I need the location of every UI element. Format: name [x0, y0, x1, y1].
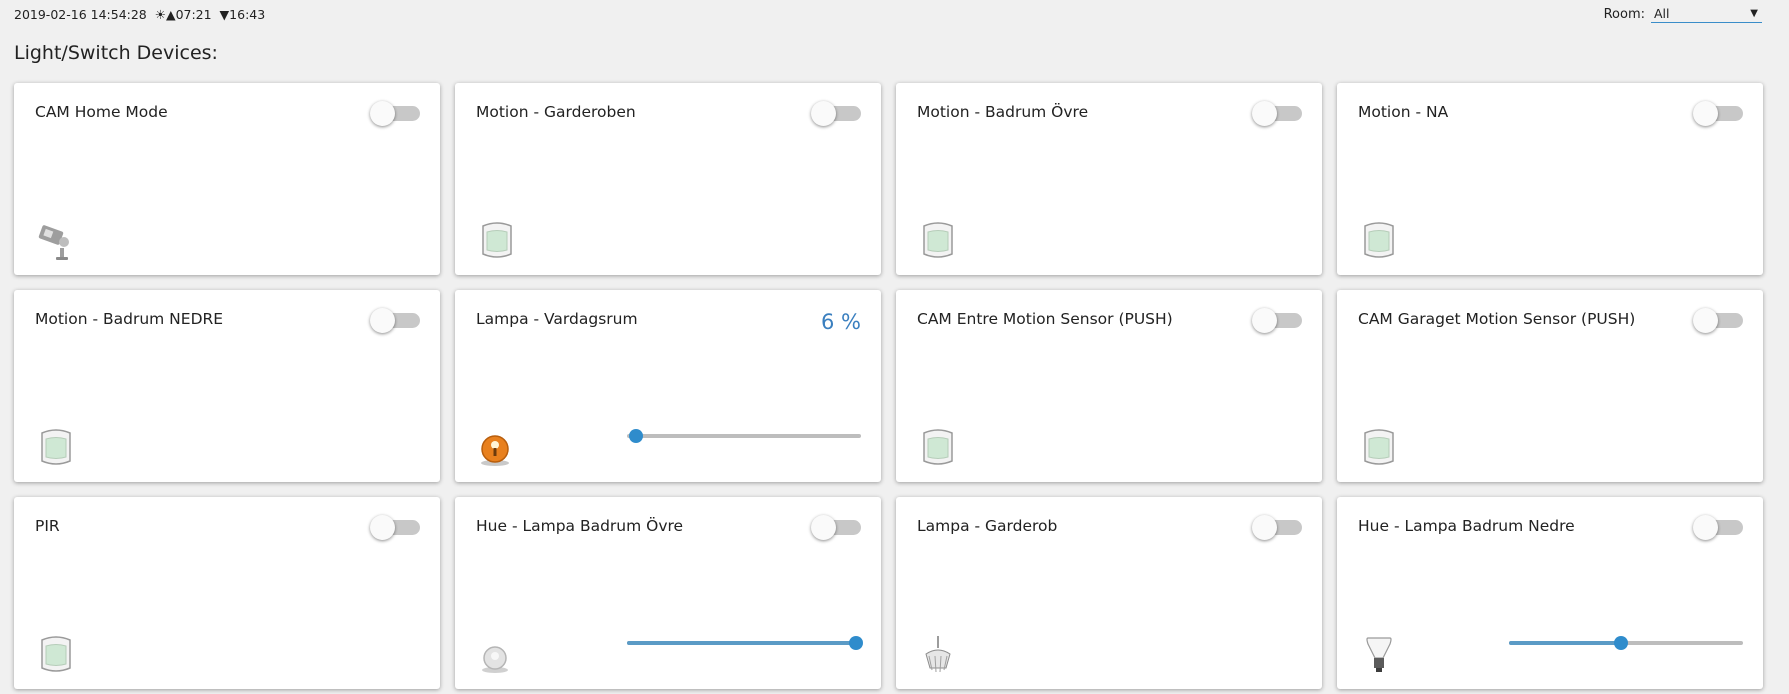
device-card: CAM Entre Motion Sensor (PUSH) [896, 290, 1322, 482]
dimmer-percent: 6 % [821, 310, 861, 334]
toggle-knob [1252, 515, 1277, 540]
device-title: Hue - Lampa Badrum Övre [476, 517, 684, 535]
device-toggle[interactable] [370, 101, 420, 126]
slider-fill [1509, 641, 1622, 645]
device-grid: CAM Home Mode Motion - Garderoben Motion -… [14, 83, 1764, 689]
device-card: Hue - Lampa Badrum Nedre [1337, 497, 1763, 689]
toggle-knob [370, 515, 395, 540]
device-title: Lampa - Vardagsrum [476, 310, 638, 328]
sun-icon: ☀ [150, 7, 166, 22]
motion-sensor-icon [36, 425, 76, 469]
toggle-knob [1693, 308, 1718, 333]
device-title: Hue - Lampa Badrum Nedre [1358, 517, 1575, 535]
motion-sensor-icon [36, 632, 76, 676]
toggle-knob [1693, 515, 1718, 540]
toggle-knob [811, 515, 836, 540]
device-card: Motion - Garderoben [455, 83, 881, 275]
device-toggle[interactable] [1693, 515, 1743, 540]
toggle-knob [370, 101, 395, 126]
chandelier-icon [918, 632, 958, 676]
dimmer-slider[interactable] [1509, 636, 1743, 650]
room-filter: Room: All ▼ [1604, 6, 1762, 23]
device-title: CAM Entre Motion Sensor (PUSH) [917, 310, 1173, 328]
motion-sensor-icon [918, 425, 958, 469]
slider-thumb[interactable] [629, 429, 644, 443]
device-card: CAM Home Mode [14, 83, 440, 275]
device-card: Lampa - Vardagsrum 6 % [455, 290, 881, 482]
room-label: Room: [1603, 7, 1645, 22]
device-card: Motion - Badrum Övre [896, 83, 1322, 275]
slider-thumb[interactable] [849, 636, 864, 650]
dimmer-slider[interactable] [627, 636, 864, 650]
toggle-knob [370, 308, 395, 333]
chevron-down-icon: ▼ [1750, 8, 1758, 19]
bulb-gray-icon [477, 632, 517, 676]
motion-sensor-icon [477, 218, 517, 262]
device-toggle[interactable] [1252, 308, 1302, 333]
slider-thumb[interactable] [1614, 636, 1629, 650]
toggle-knob [1252, 308, 1277, 333]
device-card: PIR [14, 497, 440, 689]
camera-icon [36, 218, 76, 262]
device-title: Lampa - Garderob [917, 517, 1058, 535]
room-selected-value: All [1654, 6, 1670, 21]
motion-sensor-icon [918, 218, 958, 262]
sunset-time: 16:43 [229, 7, 266, 22]
device-card: Hue - Lampa Badrum Övre [455, 497, 881, 689]
datetime: 2019-02-16 14:54:28 [14, 7, 147, 22]
device-card: Motion - Badrum NEDRE [14, 290, 440, 482]
dimmer-slider[interactable] [627, 429, 861, 443]
slider-fill [627, 641, 857, 645]
device-title: CAM Home Mode [35, 103, 168, 121]
device-card: Motion - NA [1337, 83, 1763, 275]
device-toggle[interactable] [370, 515, 420, 540]
device-toggle[interactable] [811, 515, 861, 540]
device-toggle[interactable] [1693, 101, 1743, 126]
device-title: Motion - NA [1358, 103, 1449, 121]
hue-bulb-icon [1359, 632, 1399, 676]
toggle-knob [811, 101, 836, 126]
sunrise-time: 07:21 [175, 7, 212, 22]
toggle-knob [1252, 101, 1277, 126]
device-toggle[interactable] [1252, 101, 1302, 126]
device-toggle[interactable] [370, 308, 420, 333]
slider-rail [627, 434, 861, 438]
device-toggle[interactable] [1252, 515, 1302, 540]
device-title: CAM Garaget Motion Sensor (PUSH) [1358, 310, 1636, 328]
device-title: Motion - Garderoben [476, 103, 636, 121]
device-card: Lampa - Garderob [896, 497, 1322, 689]
device-title: PIR [35, 517, 60, 535]
header-status: 2019-02-16 14:54:28 ☀▲07:21 ▼16:43 [14, 7, 265, 22]
lamp-orange-icon [477, 425, 517, 469]
sunrise-icon: ▲ [165, 7, 176, 22]
sunset-icon: ▼ [215, 7, 230, 22]
section-title: Light/Switch Devices: [14, 42, 218, 64]
device-title: Motion - Badrum Övre [917, 103, 1089, 121]
device-toggle[interactable] [811, 101, 861, 126]
device-card: CAM Garaget Motion Sensor (PUSH) [1337, 290, 1763, 482]
toggle-knob [1693, 101, 1718, 126]
motion-sensor-icon [1359, 425, 1399, 469]
room-select[interactable]: All ▼ [1651, 6, 1762, 23]
device-toggle[interactable] [1693, 308, 1743, 333]
motion-sensor-icon [1359, 218, 1399, 262]
device-title: Motion - Badrum NEDRE [35, 310, 224, 328]
